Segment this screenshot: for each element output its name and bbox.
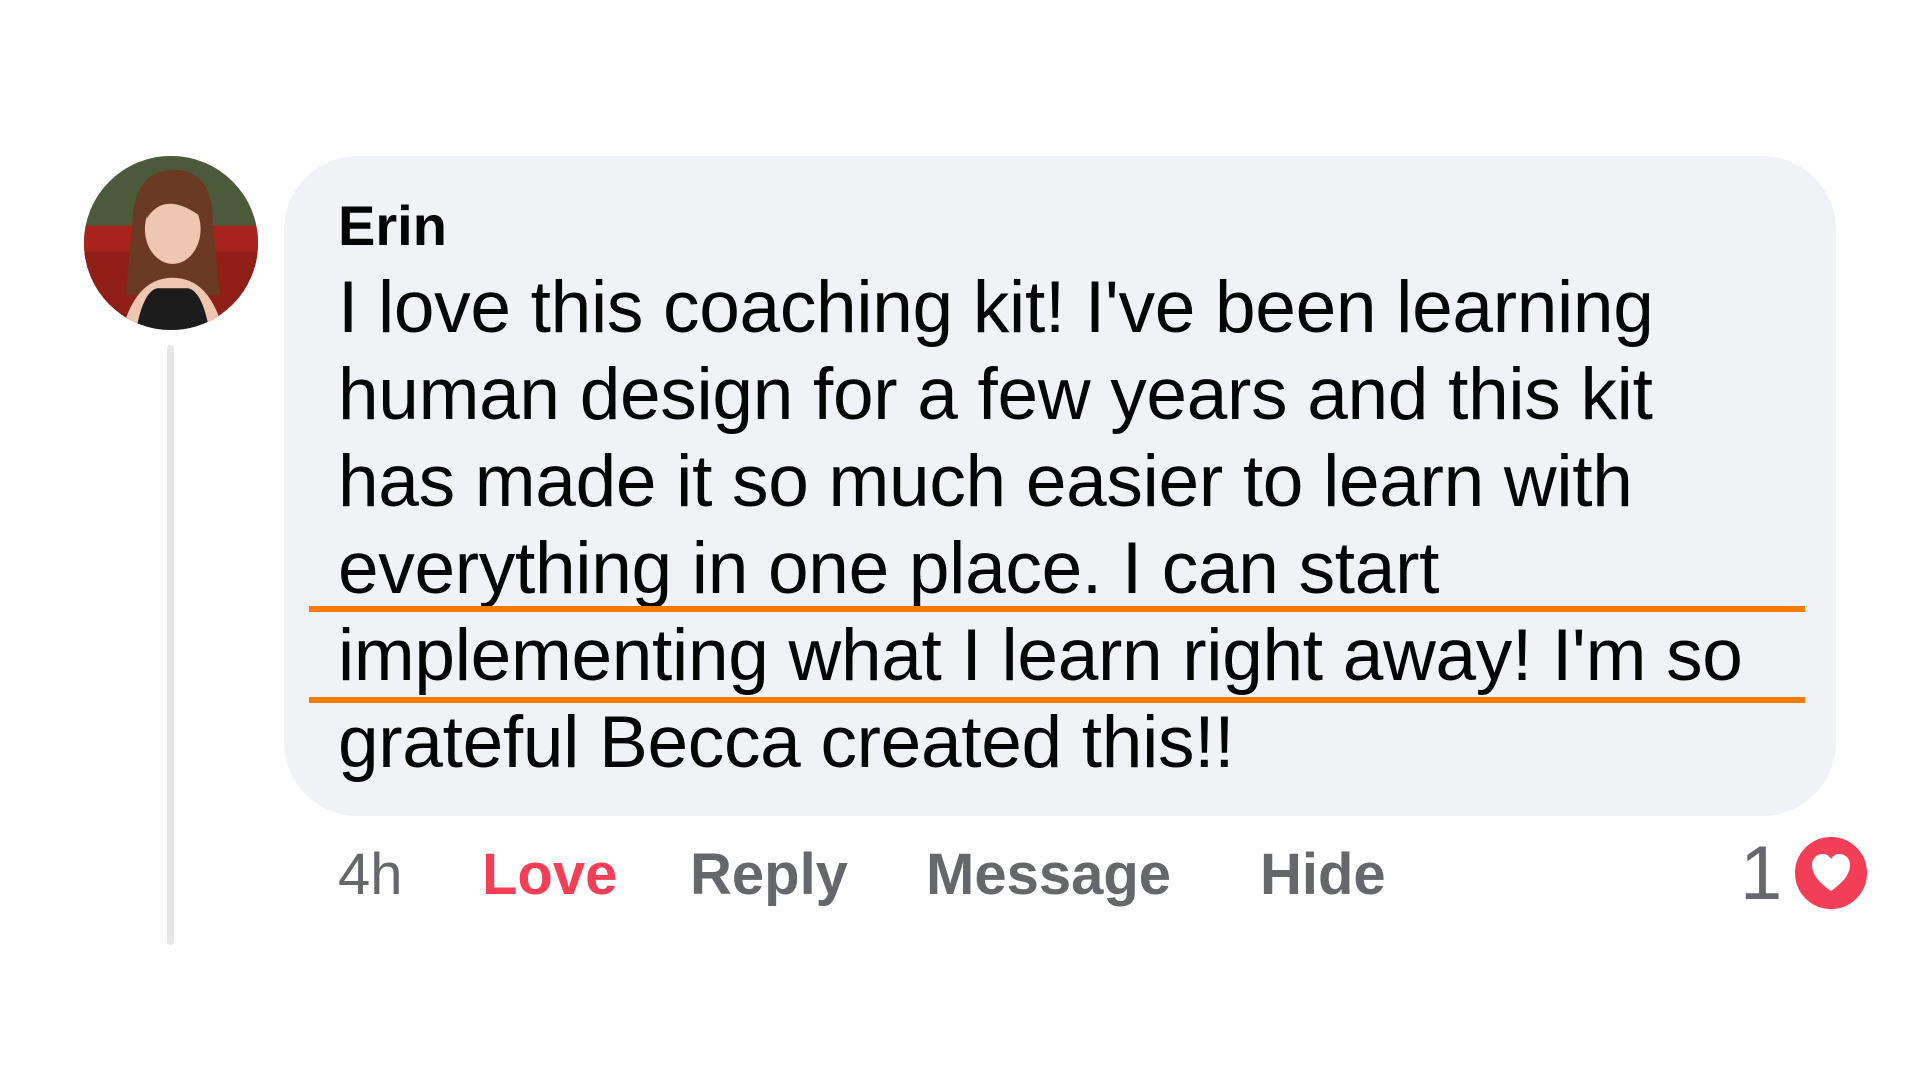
comment-text-line: I love this coaching kit! I've been lear… xyxy=(338,267,1654,348)
author-name[interactable]: Erin xyxy=(338,196,447,256)
love-button[interactable]: Love xyxy=(482,840,617,910)
avatar-photo xyxy=(84,156,258,330)
avatar[interactable] xyxy=(84,156,258,330)
comment-text-line: grateful Becca created this!! xyxy=(338,702,1235,783)
message-button[interactable]: Message xyxy=(926,840,1171,910)
comment-actions: 4h Love Reply Message Hide xyxy=(0,840,1920,910)
reaction-summary[interactable]: 1 xyxy=(1740,830,1870,920)
comment-text-line: everything in one place. I can start xyxy=(338,528,1440,609)
comment-text-line: implementing what I learn right away! I'… xyxy=(338,615,1743,696)
comment-text-line: has made it so much easier to learn with xyxy=(338,441,1633,522)
highlight-line-bottom xyxy=(309,697,1805,703)
comment-text-line: human design for a few years and this ki… xyxy=(338,354,1653,435)
comment: Erin I love this coaching kit! I've been… xyxy=(0,0,1920,1080)
reaction-count: 1 xyxy=(1740,831,1783,916)
timestamp[interactable]: 4h xyxy=(338,840,403,910)
highlight-line-top xyxy=(309,606,1805,612)
hide-button[interactable]: Hide xyxy=(1260,840,1386,910)
reply-button[interactable]: Reply xyxy=(690,840,848,910)
heart-icon xyxy=(1792,834,1870,912)
